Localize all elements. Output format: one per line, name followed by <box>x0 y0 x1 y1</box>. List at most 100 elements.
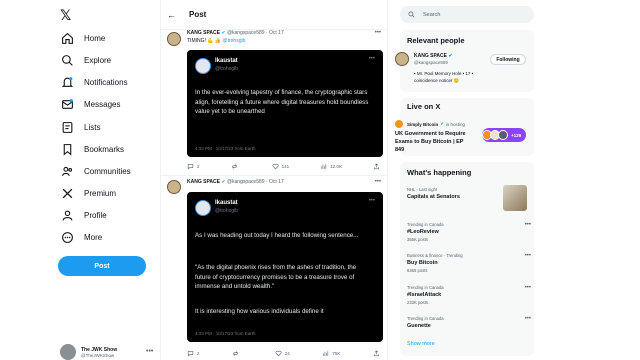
nav-notifications[interactable]: Notifications <box>60 73 128 91</box>
views-button[interactable]: 75K <box>322 348 340 358</box>
author-name[interactable]: KANG SPACE <box>187 30 220 36</box>
people-icon <box>60 164 74 178</box>
tweet-actions: 2 24 75K <box>187 348 383 358</box>
avatar[interactable] <box>167 180 181 194</box>
nav-explore[interactable]: Explore <box>60 51 111 69</box>
quote-timestamp: 4:33 PM · 10/17/23 from Earth <box>195 331 256 336</box>
back-arrow-icon[interactable]: ← <box>167 10 176 20</box>
avatar <box>498 130 508 140</box>
x-logo-icon[interactable]: 𝕏 <box>60 8 71 24</box>
nav-messages[interactable]: Messages <box>60 95 120 113</box>
quoted-post-image[interactable]: Ikaustat @trohsgib ••• In the ever-evolv… <box>187 50 383 157</box>
more-dots-icon[interactable]: ••• <box>375 179 381 185</box>
trend-item[interactable]: Trending in Canada #LeoReview 355K posts… <box>407 222 531 242</box>
views-button[interactable]: 12.0K <box>320 161 342 171</box>
account-switcher[interactable]: The JWK Show @TheJWKShow ••• <box>60 344 153 360</box>
space-title[interactable]: UK Government to Require Exams to Buy Bi… <box>395 130 471 154</box>
left-navigation: 𝕏 Home Explore Notifications Messages Li… <box>0 0 160 360</box>
nav-bookmarks[interactable]: Bookmarks <box>60 140 124 158</box>
post-button[interactable]: Post <box>58 256 146 276</box>
trend-name: #LeoReview <box>407 229 439 235</box>
more-dots-icon[interactable]: ••• <box>525 316 531 322</box>
trend-context: Trending in Canada <box>407 316 444 321</box>
repost-button[interactable] <box>231 161 241 171</box>
avatar <box>60 344 76 360</box>
person-handle[interactable]: @kangspace589 <box>414 60 448 65</box>
share-button[interactable] <box>373 161 383 171</box>
trend-item[interactable]: NHL · Last night Capitals at Senators <box>407 185 531 211</box>
nav-label: Communities <box>84 166 131 176</box>
quote-text: In the ever-evolving tapestry of finance… <box>195 89 369 115</box>
trend-item[interactable]: Business & finance · Trending Buy Bitcoi… <box>407 253 531 273</box>
reply-button[interactable]: 2 <box>187 161 200 171</box>
reply-icon <box>187 350 194 357</box>
trend-item[interactable]: Trending in Canada Guenette ••• <box>407 316 531 329</box>
more-dots-icon[interactable]: ••• <box>525 285 531 291</box>
following-button[interactable]: Following <box>490 54 526 65</box>
trend-post-count: 355K posts <box>407 237 428 242</box>
verified-badge-icon: ✔ <box>448 53 453 59</box>
quoted-post-image[interactable]: Ikaustat @trohsgib ••• As I was heading … <box>187 192 383 342</box>
live-host-row[interactable]: Simply Bitcoin ✔ is hosting <box>395 120 465 128</box>
quote-paragraph-1: As I was heading out today I heard the f… <box>195 232 359 239</box>
bell-icon <box>60 75 74 89</box>
tweet-date[interactable]: Oct 17 <box>269 179 284 185</box>
person-name[interactable]: KANG SPACE ✔ <box>414 53 453 59</box>
tweet-date[interactable]: Oct 17 <box>269 30 284 36</box>
chart-icon <box>321 163 327 169</box>
show-more-link[interactable]: Show more <box>407 341 435 347</box>
reply-button[interactable]: 2 <box>187 348 200 358</box>
trend-name: Buy Bitcoin <box>407 260 438 266</box>
avatar <box>195 58 211 74</box>
nav-label: Bookmarks <box>84 144 125 154</box>
separator: · <box>265 30 268 36</box>
nav-lists[interactable]: Lists <box>60 118 100 136</box>
heart-icon <box>275 350 282 356</box>
trend-item[interactable]: Trending in Canada #IsraelAttack 233K po… <box>407 285 531 305</box>
tweet[interactable]: KANG SPACE ✔ @kangspace589 · Oct 17 ••• … <box>161 30 387 176</box>
avatar[interactable] <box>167 32 181 46</box>
search-input[interactable] <box>423 11 523 18</box>
host-name: Simply Bitcoin <box>407 121 439 127</box>
nav-premium[interactable]: Premium <box>60 184 116 202</box>
author-handle[interactable]: @kangspace589 <box>227 179 265 185</box>
avatar <box>195 200 211 216</box>
separator: · <box>265 179 268 185</box>
search-icon <box>60 53 74 67</box>
heart-icon <box>272 163 279 169</box>
more-dots-icon[interactable]: ••• <box>525 253 531 259</box>
quote-author-name: Ikaustat <box>215 200 238 206</box>
more-dots-icon[interactable]: ••• <box>375 30 381 36</box>
avatar[interactable] <box>395 52 409 66</box>
listeners-pill[interactable]: +129 <box>482 128 526 142</box>
repost-button[interactable] <box>232 348 242 358</box>
reply-count: 2 <box>197 350 200 356</box>
trend-context: Trending in Canada <box>407 222 444 227</box>
listener-count: +129 <box>511 132 522 138</box>
author-handle[interactable]: @kangspace589 <box>227 30 265 36</box>
repost-icon <box>231 163 237 169</box>
tweet-text: TIMING! 💪 👍 @trohsgib <box>187 38 245 44</box>
like-button[interactable]: 24 <box>275 348 290 358</box>
verified-badge-icon: ✔ <box>221 30 226 36</box>
like-button[interactable]: 141 <box>272 161 289 171</box>
share-button[interactable] <box>373 348 383 358</box>
nav-home[interactable]: Home <box>60 29 105 47</box>
nav-profile[interactable]: Profile <box>60 206 107 224</box>
tweet[interactable]: KANG SPACE ✔ @kangspace589 · Oct 17 ••• … <box>161 176 387 360</box>
search-bar[interactable] <box>400 6 534 23</box>
share-icon <box>374 162 379 169</box>
nav-more[interactable]: More <box>60 228 102 246</box>
more-dots-icon[interactable]: ••• <box>525 222 531 228</box>
right-sidebar: Relevant people KANG SPACE ✔ @kangspace5… <box>388 0 640 360</box>
nav-label: Lists <box>84 122 101 132</box>
reply-icon <box>187 163 194 170</box>
bitcoin-logo-icon <box>395 120 403 128</box>
repost-icon <box>233 350 238 356</box>
person-bio: • Mr. Pool Memory Hole • 17 • coincidenc… <box>414 71 474 83</box>
page-title: Post <box>189 10 207 19</box>
mention-link[interactable]: @trohsgib <box>223 38 246 44</box>
author-name[interactable]: KANG SPACE <box>187 179 220 185</box>
x-logo-icon <box>60 186 74 200</box>
nav-communities[interactable]: Communities <box>60 162 131 180</box>
